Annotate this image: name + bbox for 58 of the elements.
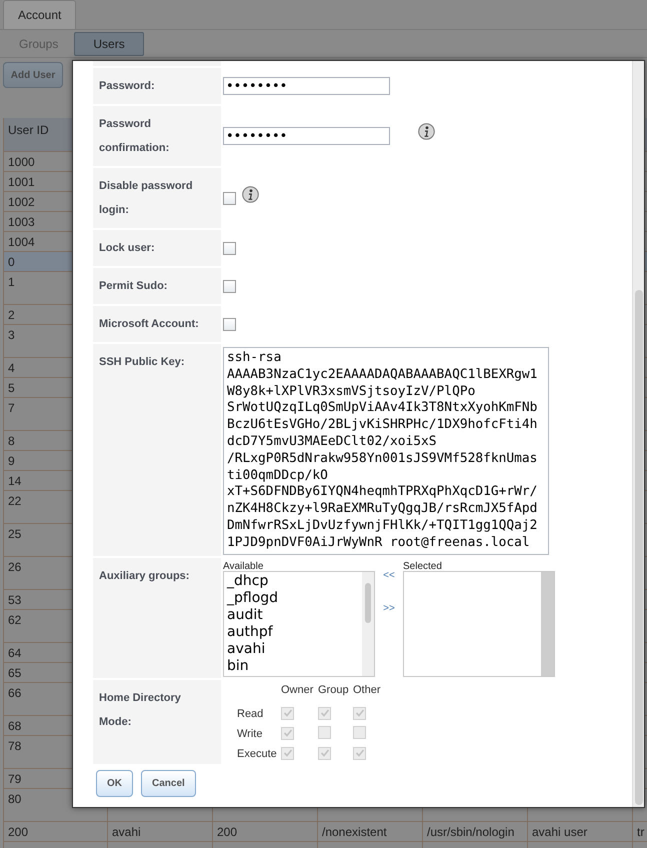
dialog-button[interactable]: Cancel: [141, 770, 196, 797]
checkbox[interactable]: [281, 746, 294, 760]
checkbox[interactable]: [281, 706, 294, 720]
column-label: Owner: [281, 684, 314, 696]
list-item[interactable]: audit: [227, 607, 362, 624]
table-cell: /nonexistent: [318, 822, 423, 842]
list-item[interactable]: avahi: [227, 641, 362, 658]
checkbox[interactable]: [223, 242, 236, 254]
table-cell: 200: [3, 822, 108, 842]
field-label: Microsoft Account:: [93, 306, 221, 342]
checkbox[interactable]: [223, 192, 236, 204]
sub-tab[interactable]: Users: [74, 32, 144, 56]
column-label: Group: [318, 684, 350, 696]
checkbox[interactable]: [223, 280, 236, 292]
field-label: Lock user:: [93, 230, 221, 266]
row-label: Execute: [237, 748, 278, 760]
field-label: Disable password login:: [93, 168, 221, 228]
available-list[interactable]: _dhcp _pflogd audit authpf avahi bin: [223, 571, 375, 677]
table-cell: /usr/sbin/nologin: [423, 822, 528, 842]
table-cell: avahi user: [528, 822, 633, 842]
checkbox[interactable]: [223, 318, 236, 330]
field-label: Password confirmation:: [93, 106, 221, 166]
password-field[interactable]: ••••••••: [223, 127, 390, 145]
list-item[interactable]: _pflogd: [227, 590, 362, 607]
table-cell: tr: [633, 822, 647, 842]
list-item[interactable]: authpf: [227, 624, 362, 641]
list-caption: Selected: [403, 562, 443, 571]
remove-link[interactable]: <<: [383, 570, 395, 581]
list-item[interactable]: bin: [227, 658, 362, 675]
scroll-thumb[interactable]: [365, 583, 371, 623]
info-icon[interactable]: [418, 122, 435, 140]
account-tab[interactable]: Account: [3, 0, 76, 29]
field-label: Password:: [93, 68, 221, 104]
ssh-key-field[interactable]: ssh-rsa AAAAB3NzaC1yc2EAAAADAQABAAABAQC1lBEXRgw1 W8y8k+lXPlVR3xsmVSjtsoyIzV/PlQPo SrWotUQzqILq0SmUpViAAv4Ik3T8NtxXyohKmFNb BczU6tEsVGHo/2BLjvKiSHRPHc/1DX9hofcFti4h dcD7Y5mvU3MAEeDClt02/xoi5xS /RLxgP0R5dNrakw958Yn001sJS9VMf528fknUmas ti00qmDDcp/kO xT+S6DFNDBy6IYQN4heqmhTPRXqPhXqcD1G+rWr/ nZK4H8Ckzy+l9RaEXMRuTyQgqJB/rsRcmJX5fApd DmNfwrRSxLjDvUzfywnjFHlKk/+TQIT1gg1QQaj2 1PJD9pnDVF0AiJrWyWnR root@freenas.local: [223, 347, 549, 555]
password-field[interactable]: ••••••••: [223, 77, 390, 95]
field-label: Permit Sudo:: [93, 268, 221, 304]
add-link[interactable]: >>: [383, 603, 395, 614]
list-caption: Available: [223, 562, 264, 571]
checkbox[interactable]: [318, 726, 331, 739]
table-cell: avahi: [108, 822, 213, 842]
checkbox[interactable]: [318, 706, 331, 720]
list-item[interactable]: _dhcp: [227, 573, 362, 590]
column-label: Other: [353, 684, 382, 696]
table-cell: 200: [213, 822, 318, 842]
row-label: Write: [237, 728, 264, 740]
field-label: Home Directory Mode:: [93, 680, 221, 764]
field-label: Auxiliary groups:: [93, 558, 221, 678]
selected-list[interactable]: [403, 571, 555, 677]
checkbox[interactable]: [353, 706, 366, 720]
checkbox[interactable]: [318, 746, 331, 760]
checkbox[interactable]: [353, 726, 366, 739]
checkbox[interactable]: [353, 746, 366, 760]
field-label: SSH Public Key:: [93, 344, 221, 556]
row-label: Read: [237, 708, 264, 720]
scroll-thumb[interactable]: [634, 290, 642, 805]
checkbox[interactable]: [281, 726, 294, 740]
dialog-button[interactable]: OK: [96, 770, 133, 797]
info-icon[interactable]: [242, 186, 259, 202]
